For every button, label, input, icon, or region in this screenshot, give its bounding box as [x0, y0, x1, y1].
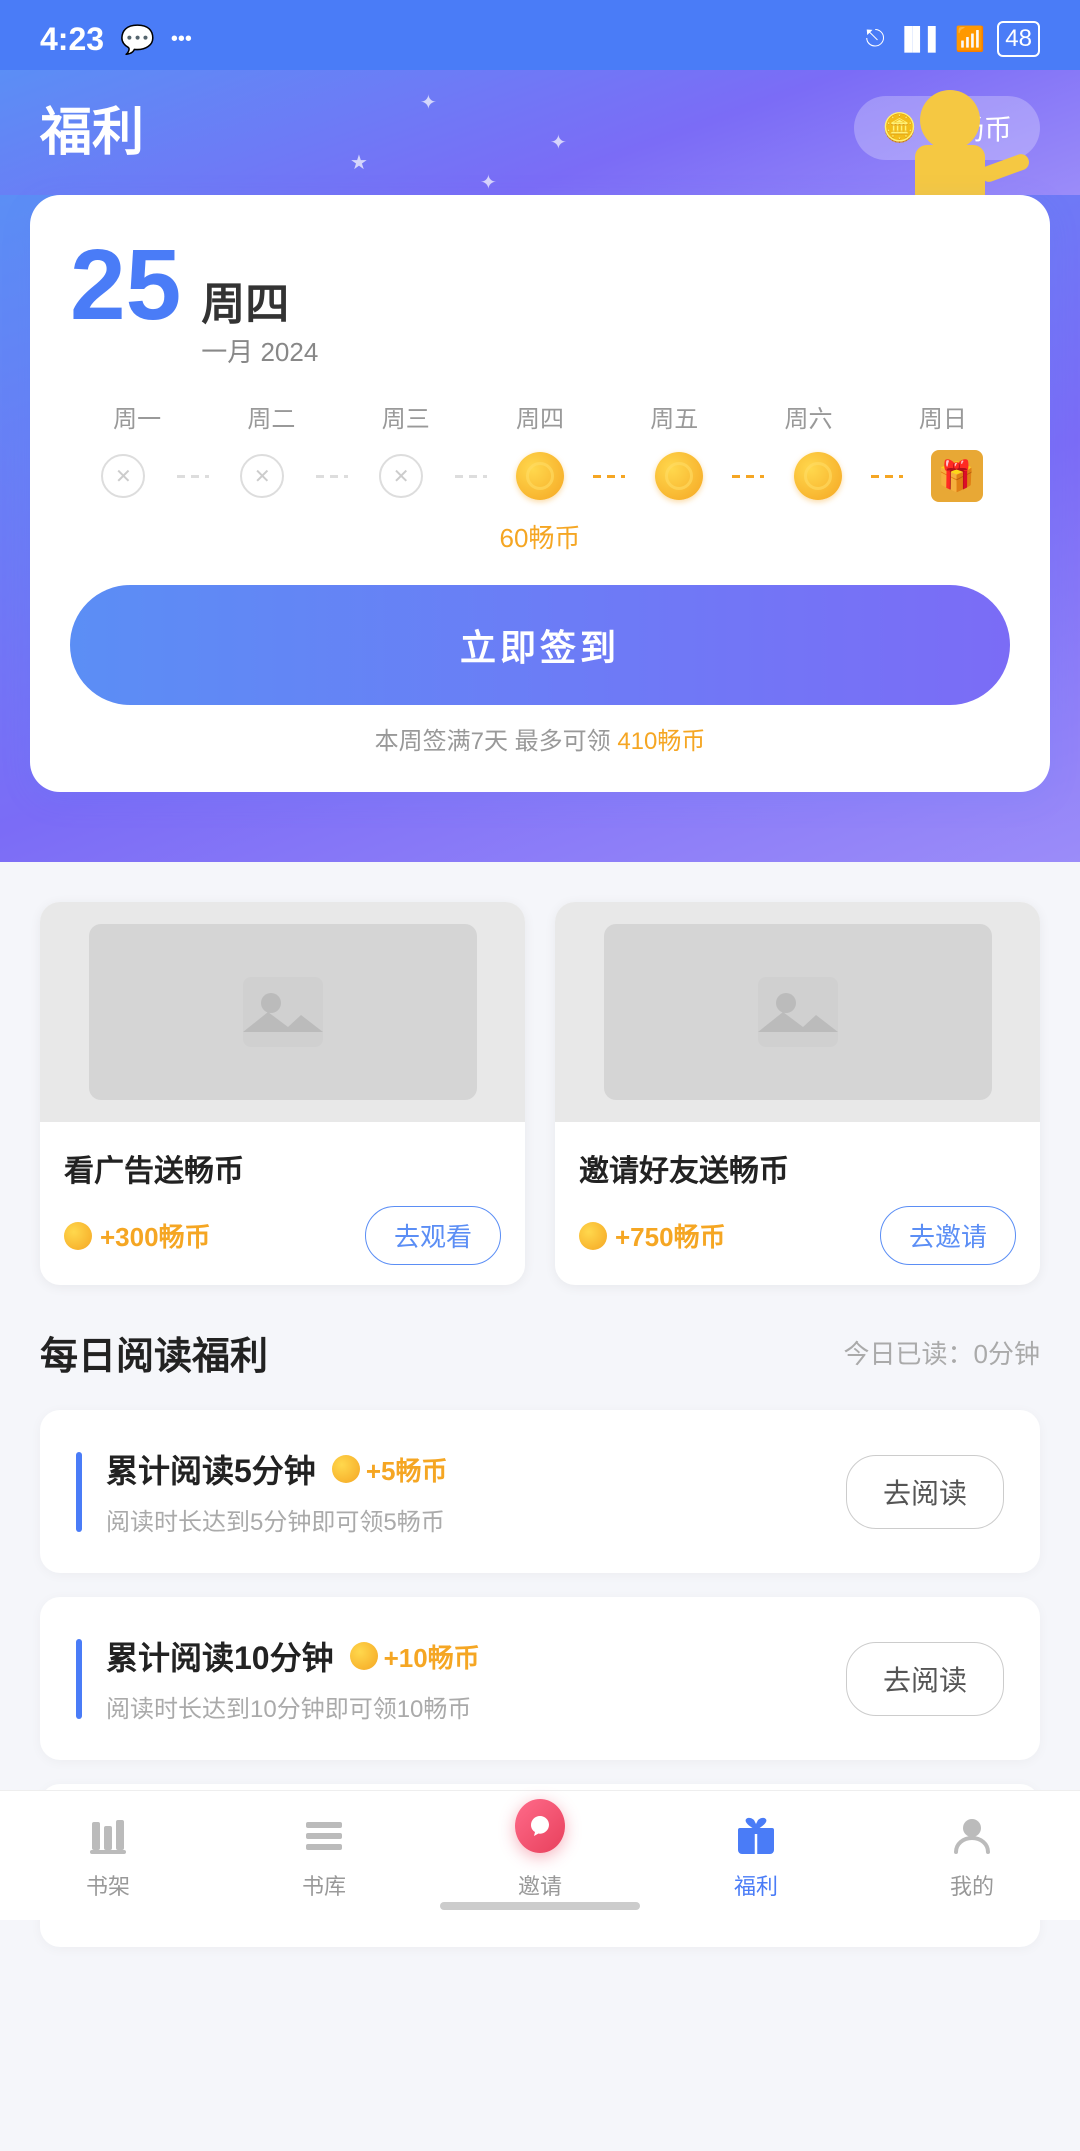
nav-library[interactable]: 书库 — [216, 1791, 432, 1920]
status-bar: 4:23 💬 ••• ⎋ ▐▌▌ 📶 48 — [0, 0, 1080, 70]
mini-coin-icon-2 — [579, 1222, 607, 1250]
star-deco: ★ — [350, 150, 368, 175]
week-label-sat: 周六 — [741, 399, 875, 434]
ad-card-image — [40, 902, 525, 1122]
image-placeholder-2 — [604, 924, 992, 1100]
battery-indicator: 48 — [997, 21, 1040, 57]
invite-card-title: 邀请好友送畅币 — [579, 1146, 1016, 1190]
task-btn-10min[interactable]: 去阅读 — [846, 1642, 1004, 1716]
task-btn-5min[interactable]: 去阅读 — [846, 1455, 1004, 1529]
signin-note: 本周签满7天 最多可领 410畅币 — [70, 721, 1010, 756]
missed-icon-wed: ✕ — [379, 454, 423, 498]
missed-icon-tue: ✕ — [240, 454, 284, 498]
date-day: 25 — [70, 235, 181, 335]
ad-reward: +300畅币 — [64, 1217, 211, 1254]
signin-button[interactable]: 立即签到 — [70, 585, 1010, 705]
invite-card-image — [555, 902, 1040, 1122]
character-illustration — [860, 70, 1040, 195]
calendar-card: 25 周四 一月 2024 周一 周二 周三 周四 周五 周六 周日 ✕ — [30, 195, 1050, 792]
nav-label-profile: 我的 — [950, 1869, 994, 1901]
task-title-5min: 累计阅读5分钟 — [106, 1446, 316, 1492]
header: ✦ ✦ ✦ ★ 福利 🪙 70畅币 — [0, 70, 1080, 195]
week-label-thu: 周四 — [473, 399, 607, 434]
invite-card[interactable]: 邀请好友送畅币 +750畅币 去邀请 — [555, 902, 1040, 1285]
star-deco: ✦ — [480, 170, 497, 195]
nav-bookshelf[interactable]: 书架 — [0, 1791, 216, 1920]
coin-icon-fri — [655, 452, 703, 500]
date-month-year: 一月 2024 — [201, 332, 318, 369]
week-label-mon: 周一 — [70, 399, 204, 434]
week-item-wed: ✕ — [348, 450, 455, 502]
week-item-fri — [625, 450, 732, 502]
signal-icon: ▐▌▌ — [897, 26, 944, 52]
invite-reward-text: +750畅币 — [615, 1217, 726, 1254]
profile-icon — [947, 1811, 997, 1861]
task-title-10min: 累计阅读10分钟 — [106, 1633, 334, 1679]
library-icon — [299, 1811, 349, 1861]
date-weekday: 周四 — [201, 268, 318, 332]
week-label-tue: 周二 — [204, 399, 338, 434]
nav-label-library: 书库 — [302, 1869, 346, 1901]
star-deco: ✦ — [420, 90, 437, 115]
welfare-icon — [731, 1811, 781, 1861]
ad-card-title: 看广告送畅币 — [64, 1146, 501, 1190]
invite-reward: +750畅币 — [579, 1217, 726, 1254]
invite-icon — [515, 1811, 565, 1861]
ad-card[interactable]: 看广告送畅币 +300畅币 去观看 — [40, 902, 525, 1285]
bottom-indicator — [440, 1902, 640, 1910]
nav-label-welfare: 福利 — [734, 1869, 778, 1901]
ad-action-btn[interactable]: 去观看 — [365, 1206, 501, 1265]
week-strip: 周一 周二 周三 周四 周五 周六 周日 ✕ — [70, 399, 1010, 555]
task-bar — [76, 1452, 82, 1532]
reading-task-10min: 累计阅读10分钟 +10畅币 阅读时长达到10分钟即可领10畅币 去阅读 — [40, 1597, 1040, 1760]
week-item-tue: ✕ — [209, 450, 316, 502]
task-coin-icon — [332, 1455, 360, 1483]
task-coin-icon-2 — [350, 1642, 378, 1670]
image-placeholder — [89, 924, 477, 1100]
reading-task-5min: 累计阅读5分钟 +5畅币 阅读时长达到5分钟即可领5畅币 去阅读 — [40, 1410, 1040, 1573]
coin-icon-sat — [794, 452, 842, 500]
signin-note-text: 本周签满7天 最多可领 — [375, 728, 611, 755]
page-title: 福利 — [40, 90, 144, 165]
today-read-meta: 今日已读：0分钟 — [844, 1334, 1040, 1371]
week-item-sat — [764, 450, 871, 502]
task-desc-10min: 阅读时长达到10分钟即可领10畅币 — [106, 1689, 822, 1724]
task-bar — [76, 1639, 82, 1719]
ad-reward-text: +300畅币 — [100, 1217, 211, 1254]
daily-reading-header: 每日阅读福利 今日已读：0分钟 — [40, 1325, 1040, 1380]
week-label-wed: 周三 — [339, 399, 473, 434]
nav-invite[interactable]: 邀请 — [432, 1791, 648, 1920]
status-time: 4:23 — [40, 21, 104, 58]
star-deco: ✦ — [550, 130, 567, 155]
nav-welfare[interactable]: 福利 — [648, 1791, 864, 1920]
missed-icon-mon: ✕ — [101, 454, 145, 498]
week-item-mon: ✕ — [70, 450, 177, 502]
week-label-fri: 周五 — [607, 399, 741, 434]
coin-icon-thu — [516, 452, 564, 500]
daily-reading-title: 每日阅读福利 — [40, 1325, 268, 1380]
treasure-icon-sun: 🎁 — [931, 450, 983, 502]
wifi-icon: 📶 — [955, 25, 985, 54]
main-content: 看广告送畅币 +300畅币 去观看 — [0, 862, 1080, 2151]
week-item-sun: 🎁 — [903, 450, 1010, 502]
week-item-thu — [487, 450, 594, 502]
nav-label-invite: 邀请 — [518, 1869, 562, 1901]
nav-label-bookshelf: 书架 — [86, 1869, 130, 1901]
status-icons: ⎋ ▐▌▌ 📶 48 — [866, 21, 1040, 57]
nav-profile[interactable]: 我的 — [864, 1791, 1080, 1920]
bluetooth-icon: ⎋ — [866, 25, 885, 53]
signin-note-highlight: 410畅币 — [617, 728, 705, 755]
invite-action-btn[interactable]: 去邀请 — [880, 1206, 1016, 1265]
today-coins-label: 60畅币 — [70, 518, 1010, 555]
task-reward-10min: +10畅币 — [350, 1638, 480, 1675]
task-reward-5min: +5畅币 — [332, 1451, 448, 1488]
mini-coin-icon — [64, 1222, 92, 1250]
week-label-sun: 周日 — [876, 399, 1010, 434]
feature-cards-row: 看广告送畅币 +300畅币 去观看 — [40, 902, 1040, 1285]
bottom-nav: 书架 书库 邀请 — [0, 1790, 1080, 1920]
date-row: 25 周四 一月 2024 — [70, 235, 1010, 369]
bookshelf-icon — [83, 1811, 133, 1861]
task-desc-5min: 阅读时长达到5分钟即可领5畅币 — [106, 1502, 822, 1537]
